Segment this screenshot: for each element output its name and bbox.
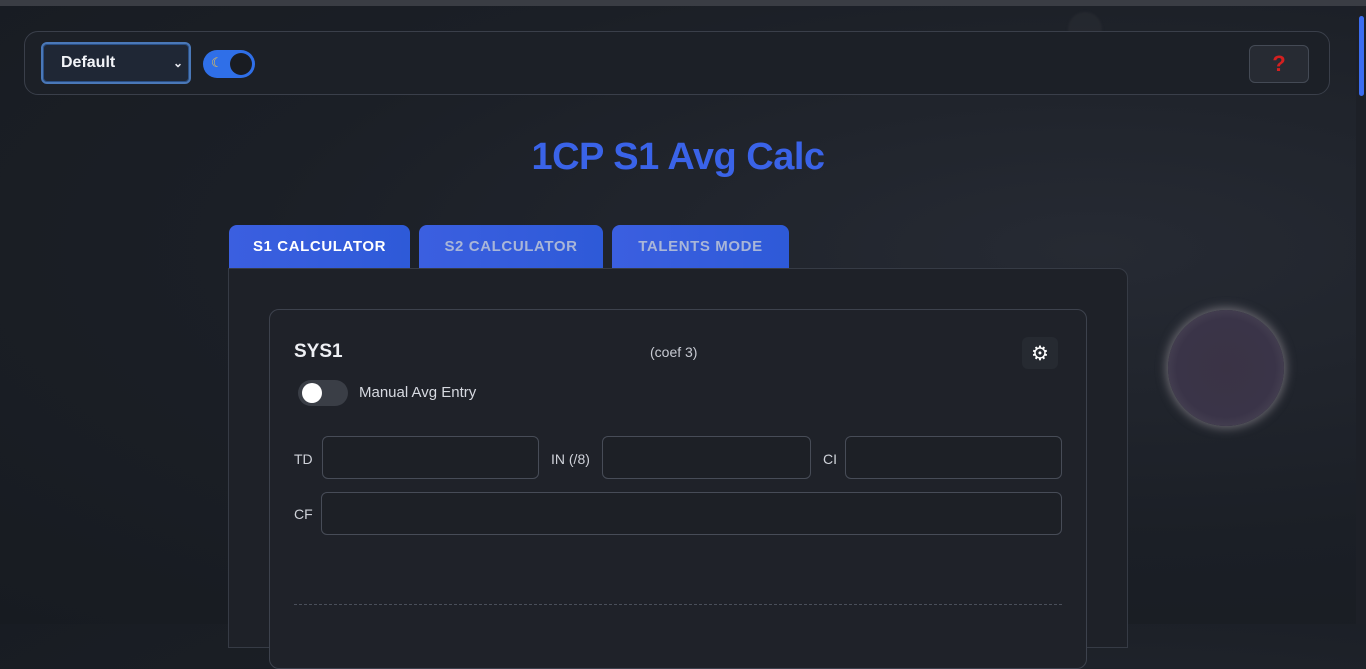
scrollbar-thumb[interactable] (1359, 16, 1364, 96)
subject-card: SYS1 (coef 3) ⚙ Manual Avg Entry TD IN (… (269, 309, 1087, 669)
toggle-knob (230, 53, 252, 75)
tab-s1-calculator[interactable]: S1 CALCULATOR (229, 225, 410, 268)
in-input[interactable] (602, 436, 811, 479)
chevron-down-icon: ⌄ (172, 56, 183, 70)
cf-label: CF (294, 506, 313, 522)
decorative-orb (1168, 310, 1284, 426)
ci-input[interactable] (845, 436, 1062, 479)
theme-select-value: Default (61, 54, 116, 71)
help-button[interactable]: ? (1249, 45, 1309, 83)
tab-talents-mode[interactable]: TALENTS MODE (612, 225, 789, 268)
moon-icon: ☾ (211, 55, 223, 70)
toggle-knob (302, 383, 322, 403)
browser-top-edge (0, 0, 1366, 6)
page-title: 1CP S1 Avg Calc (531, 136, 825, 178)
manual-avg-label: Manual Avg Entry (359, 384, 477, 401)
subject-coef: (coef 3) (650, 344, 698, 360)
ci-label: CI (823, 451, 837, 467)
page-scrollbar[interactable] (1356, 6, 1366, 624)
question-mark-icon: ? (1272, 51, 1286, 76)
tab-label: TALENTS MODE (638, 238, 763, 255)
tab-s2-calculator[interactable]: S2 CALCULATOR (419, 225, 603, 268)
tab-label: S1 CALCULATOR (252, 238, 387, 255)
top-bar: Default ⌄ ☾ ? (24, 31, 1330, 95)
calculator-panel: SYS1 (coef 3) ⚙ Manual Avg Entry TD IN (… (228, 268, 1128, 669)
td-label: TD (294, 451, 313, 467)
subject-settings-button[interactable]: ⚙ (1022, 337, 1058, 369)
tab-label: S2 CALCULATOR (444, 238, 578, 255)
dark-mode-toggle[interactable]: ☾ (203, 50, 255, 78)
gear-icon: ⚙ (1031, 342, 1049, 365)
in-label: IN (/8) (551, 451, 590, 467)
theme-select[interactable]: Default ⌄ (41, 42, 191, 84)
td-input[interactable] (322, 436, 539, 479)
manual-avg-toggle[interactable] (298, 380, 348, 406)
cf-input[interactable] (321, 492, 1062, 535)
divider (294, 604, 1062, 605)
subject-name: SYS1 (294, 341, 343, 362)
